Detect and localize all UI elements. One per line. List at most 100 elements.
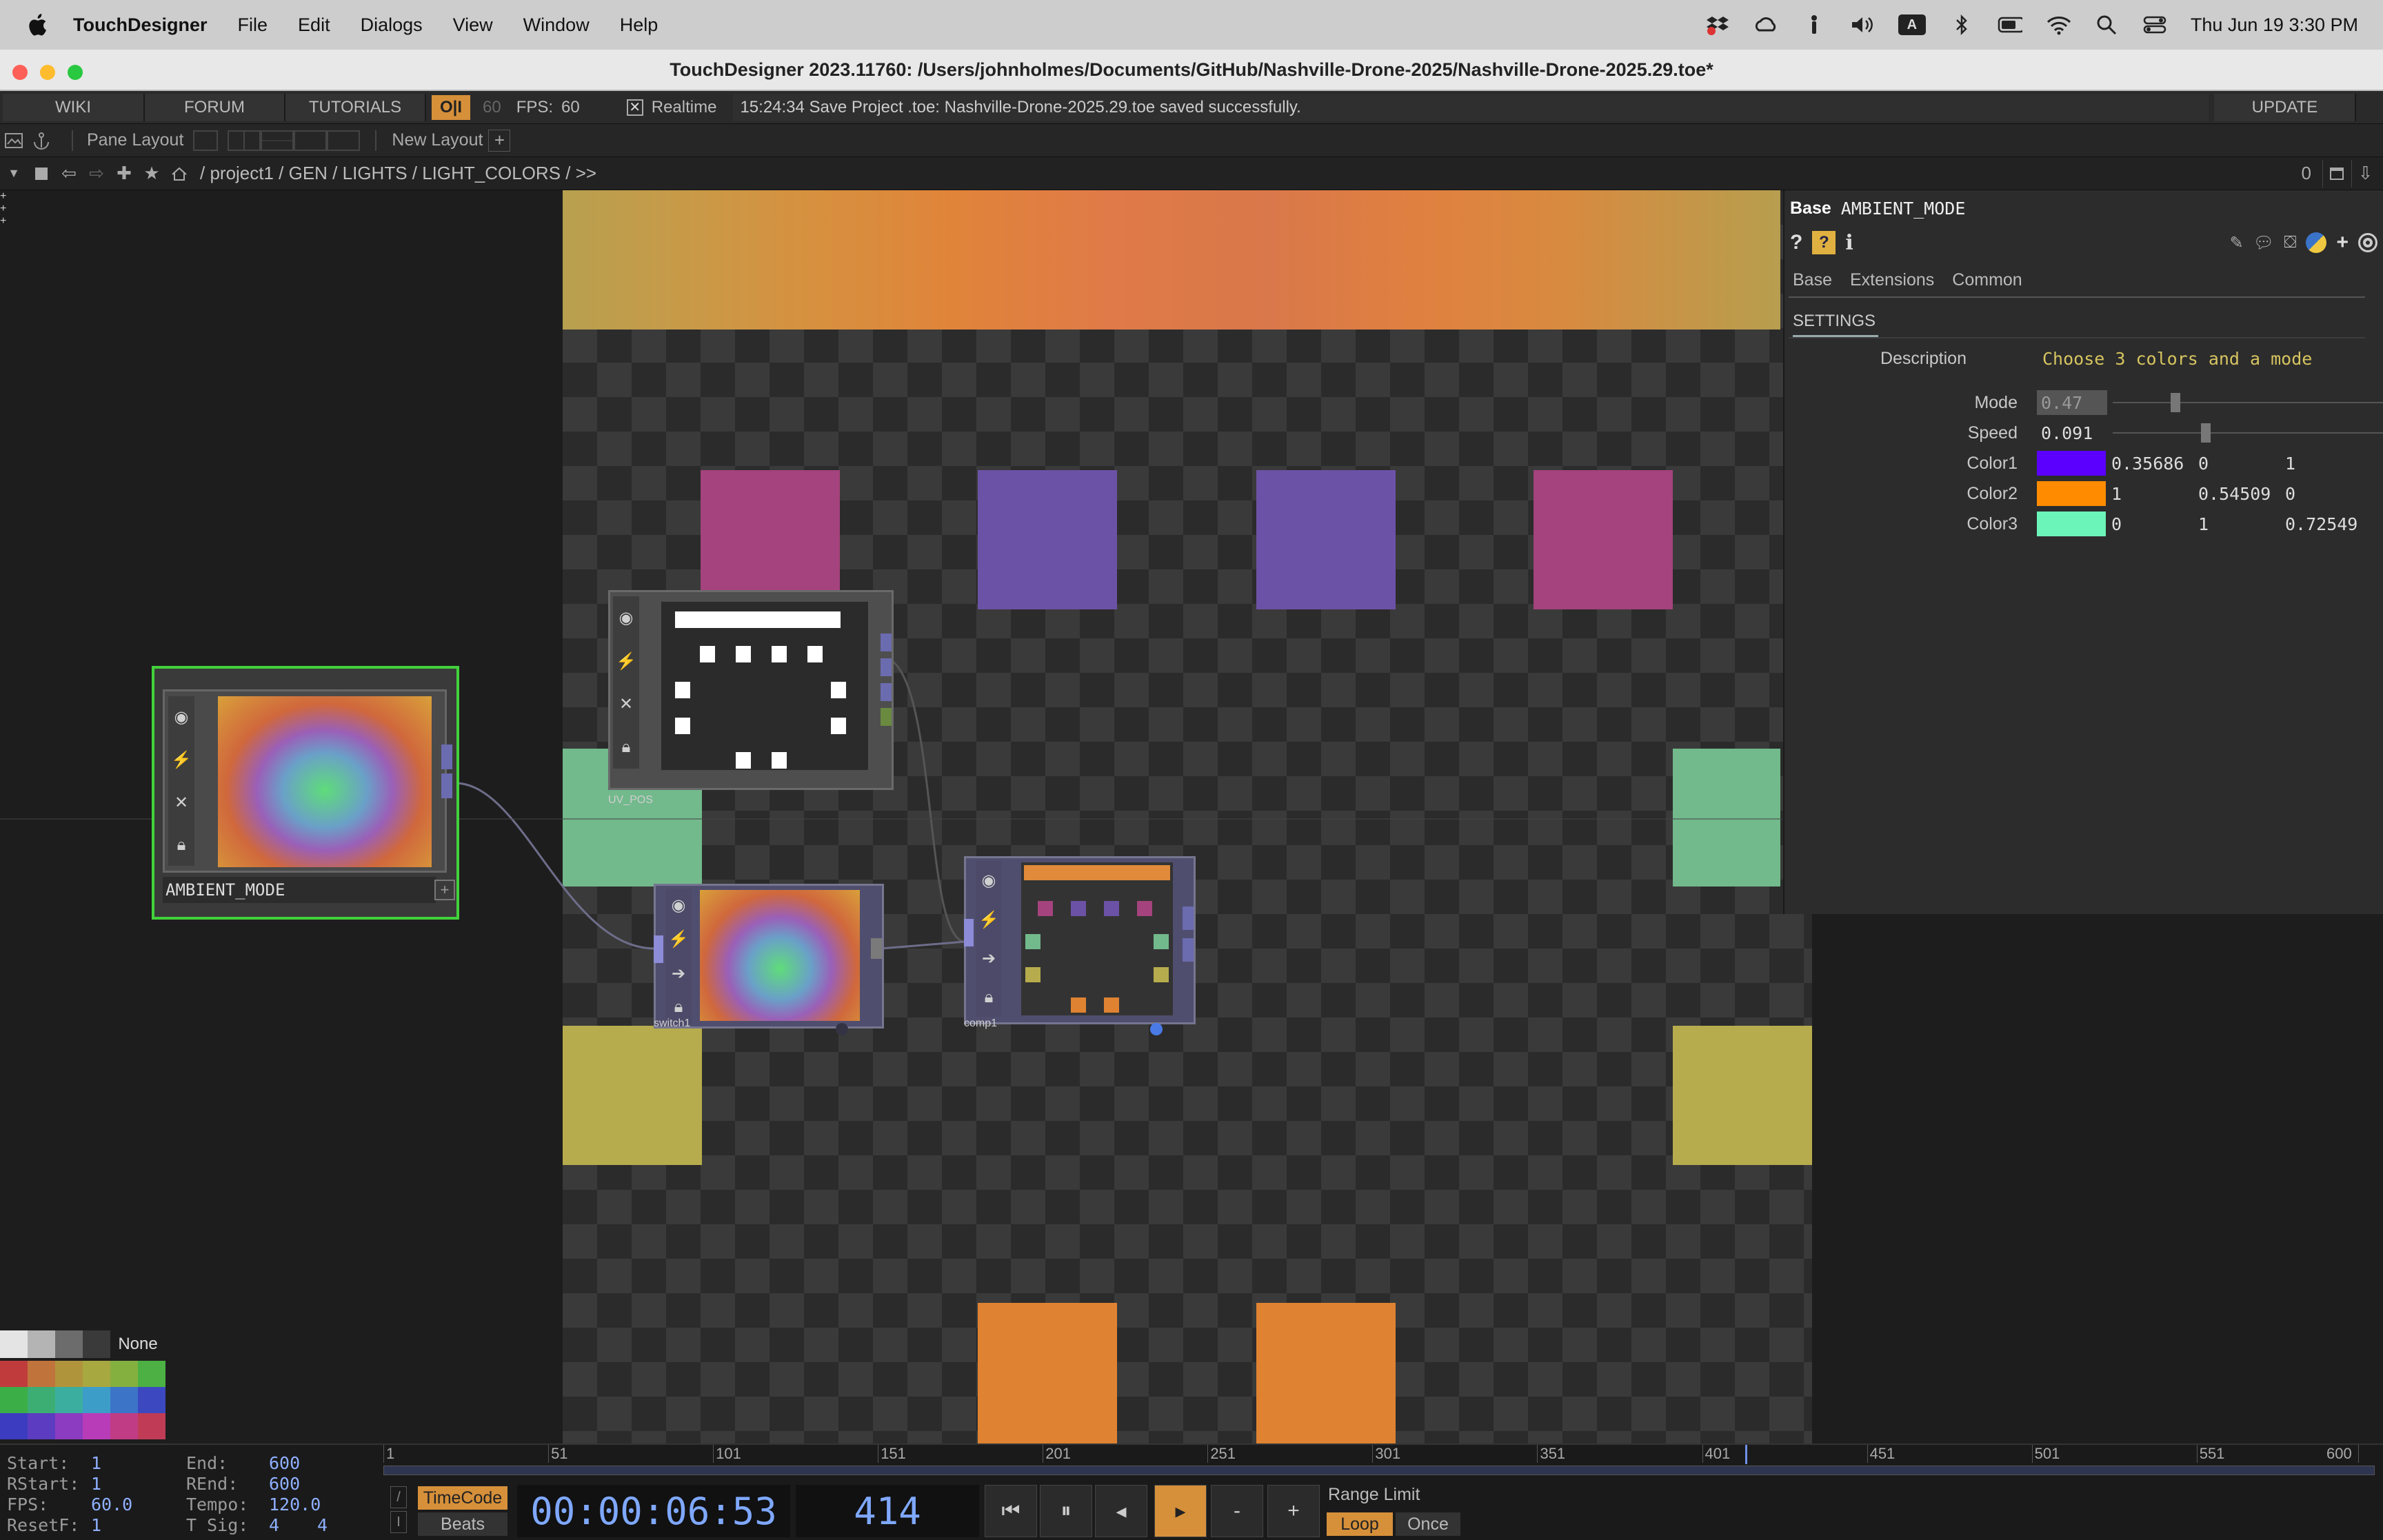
close-window-button[interactable]	[12, 65, 28, 80]
close-node-icon[interactable]: ✕	[619, 694, 633, 714]
lock-icon[interactable]: 🔒︎	[177, 835, 186, 855]
mode-slider-track[interactable]	[2113, 402, 2383, 403]
bypass-icon[interactable]: ⚡	[171, 750, 192, 770]
description-field[interactable]: Choose 3 colors and a mode	[2042, 349, 2312, 369]
swatch-white[interactable]	[0, 1330, 28, 1358]
swatch-row-purple[interactable]	[0, 1413, 165, 1439]
timecode-display[interactable]: 00:00:06:53	[517, 1485, 790, 1537]
step-forward-icon[interactable]: +	[1267, 1485, 1320, 1537]
volume-icon[interactable]	[1850, 14, 1875, 36]
color2-swatch[interactable]	[2037, 481, 2106, 506]
timeline-range-bar[interactable]	[383, 1466, 2375, 1475]
wifi-icon[interactable]	[2046, 14, 2071, 36]
color3-r[interactable]: 0	[2111, 514, 2193, 534]
bypass-icon[interactable]: ⚡	[668, 929, 689, 949]
download-arrow-icon[interactable]: ⇩	[2351, 159, 2379, 188]
network-path[interactable]: / project1 / GEN / LIGHTS / LIGHT_COLORS…	[200, 163, 596, 184]
pane-type-icon[interactable]	[0, 127, 28, 154]
add-output-icon[interactable]: +	[434, 880, 455, 900]
viewer-active-indicator[interactable]	[1150, 1023, 1163, 1035]
realtime-checkbox[interactable]: ✕	[626, 99, 643, 116]
color2-g[interactable]: 0.54509	[2198, 484, 2280, 504]
creative-cloud-icon[interactable]	[1753, 14, 1778, 36]
layout-four-button[interactable]	[327, 130, 361, 151]
tab-common[interactable]: Common	[1952, 270, 2022, 290]
edit-pencil-icon[interactable]: ✎	[2230, 233, 2244, 253]
timecode-mode-icon[interactable]: /	[390, 1486, 407, 1508]
swatch-dark-gray[interactable]	[83, 1330, 110, 1358]
lock-icon[interactable]: 🔒︎	[674, 997, 683, 1017]
node-label-comp1[interactable]: comp1	[964, 1017, 1143, 1041]
stop-icon[interactable]	[28, 160, 55, 188]
page-settings[interactable]: SETTINGS	[1793, 312, 1878, 337]
color3-b[interactable]: 0.72549	[2285, 514, 2366, 534]
lock-icon[interactable]: 🔒︎	[622, 738, 631, 757]
timeline-fps-field[interactable]: 60.0	[91, 1495, 132, 1514]
zoom-window-button[interactable]	[68, 65, 83, 80]
operator-name[interactable]: AMBIENT_MODE	[1841, 199, 1966, 219]
menu-dialogs[interactable]: Dialogs	[361, 14, 423, 36]
node-switch1[interactable]: ◉ ⚡ ➔ 🔒︎	[654, 884, 884, 1029]
clone-arrow-icon[interactable]: ➔	[982, 949, 996, 969]
layout-split-horizontal-button[interactable]	[261, 130, 294, 151]
swatch-row-cool[interactable]	[0, 1387, 165, 1413]
bypass-icon[interactable]: ⚡	[978, 910, 999, 930]
dropbox-icon[interactable]	[1705, 14, 1730, 36]
apple-icon[interactable]	[26, 12, 48, 37]
viewer-toggle-icon[interactable]: ◉	[982, 871, 996, 891]
beats-mode-icon[interactable]: I	[390, 1511, 407, 1533]
menu-view[interactable]: View	[453, 14, 493, 36]
viewer-toggle-icon[interactable]: ◉	[619, 608, 634, 628]
pause-icon[interactable]: ⏸︎	[1040, 1485, 1092, 1537]
tsig-denominator[interactable]: 4	[317, 1515, 328, 1535]
swatch-row-warm[interactable]	[0, 1361, 165, 1387]
switch1-preview[interactable]	[700, 890, 860, 1021]
resetf-field[interactable]: 1	[91, 1515, 101, 1535]
rstart-field[interactable]: 1	[91, 1474, 101, 1494]
forum-button[interactable]: FORUM	[145, 93, 285, 121]
color1-g[interactable]: 0	[2198, 454, 2280, 474]
color2-b[interactable]: 0	[2285, 484, 2366, 504]
uv-pos-preview[interactable]	[661, 602, 868, 770]
swatch-none[interactable]: None	[110, 1330, 165, 1358]
node-comp1[interactable]: ◉ ⚡ ➔ 🔒︎	[964, 856, 1196, 1024]
help-icon[interactable]: ?	[1790, 231, 1802, 254]
bucket-icon[interactable]: ⛋	[2284, 233, 2296, 252]
wiki-button[interactable]: WIKI	[3, 93, 145, 121]
node-uv-pos[interactable]: ◉ ⚡ ✕ 🔒︎	[608, 590, 894, 790]
layout-three-button[interactable]	[294, 130, 328, 151]
timecode-button[interactable]: TimeCode	[418, 1486, 507, 1510]
dropdown-icon[interactable]: ▼	[0, 160, 28, 188]
swatch-gray[interactable]	[55, 1330, 83, 1358]
minimize-window-button[interactable]	[40, 65, 55, 80]
back-arrow-icon[interactable]: ⇦	[55, 160, 83, 188]
viewer-toggle-icon[interactable]: ◉	[672, 895, 686, 915]
once-button[interactable]: Once	[1396, 1512, 1460, 1536]
speed-field[interactable]: 0.091	[2037, 421, 2107, 445]
bluetooth-icon[interactable]	[1949, 14, 1974, 36]
comment-icon[interactable]: 💬︎	[2253, 233, 2274, 253]
speed-slider-handle[interactable]	[2201, 423, 2211, 443]
menu-file[interactable]: File	[238, 14, 268, 36]
lock-icon[interactable]: 🔒︎	[985, 988, 994, 1007]
add-layout-icon[interactable]: +	[488, 129, 511, 152]
forward-arrow-icon[interactable]: ⇨	[83, 160, 110, 188]
menu-help[interactable]: Help	[620, 14, 658, 36]
tab-extensions[interactable]: Extensions	[1850, 270, 1934, 290]
play-forward-icon[interactable]: ▸	[1154, 1485, 1207, 1537]
python-icon[interactable]	[2306, 232, 2327, 253]
menu-window[interactable]: Window	[523, 14, 590, 36]
node-label-uv-pos[interactable]: UV_POS	[608, 794, 870, 819]
control-center-icon[interactable]	[2142, 14, 2167, 36]
battery-icon[interactable]	[1998, 14, 2022, 36]
mode-field[interactable]: 0.47	[2037, 390, 2107, 415]
update-button[interactable]: UPDATE	[2214, 93, 2357, 121]
anchor-icon[interactable]	[28, 127, 55, 154]
accessibility-icon[interactable]	[1802, 14, 1827, 36]
color1-swatch[interactable]	[2037, 451, 2106, 476]
layout-single-button[interactable]	[193, 130, 219, 151]
node-label-switch1[interactable]: switch1	[654, 1017, 829, 1041]
bypass-icon[interactable]: ⚡	[616, 651, 636, 671]
loop-button[interactable]: Loop	[1327, 1512, 1393, 1536]
rend-field[interactable]: 600	[269, 1474, 300, 1494]
